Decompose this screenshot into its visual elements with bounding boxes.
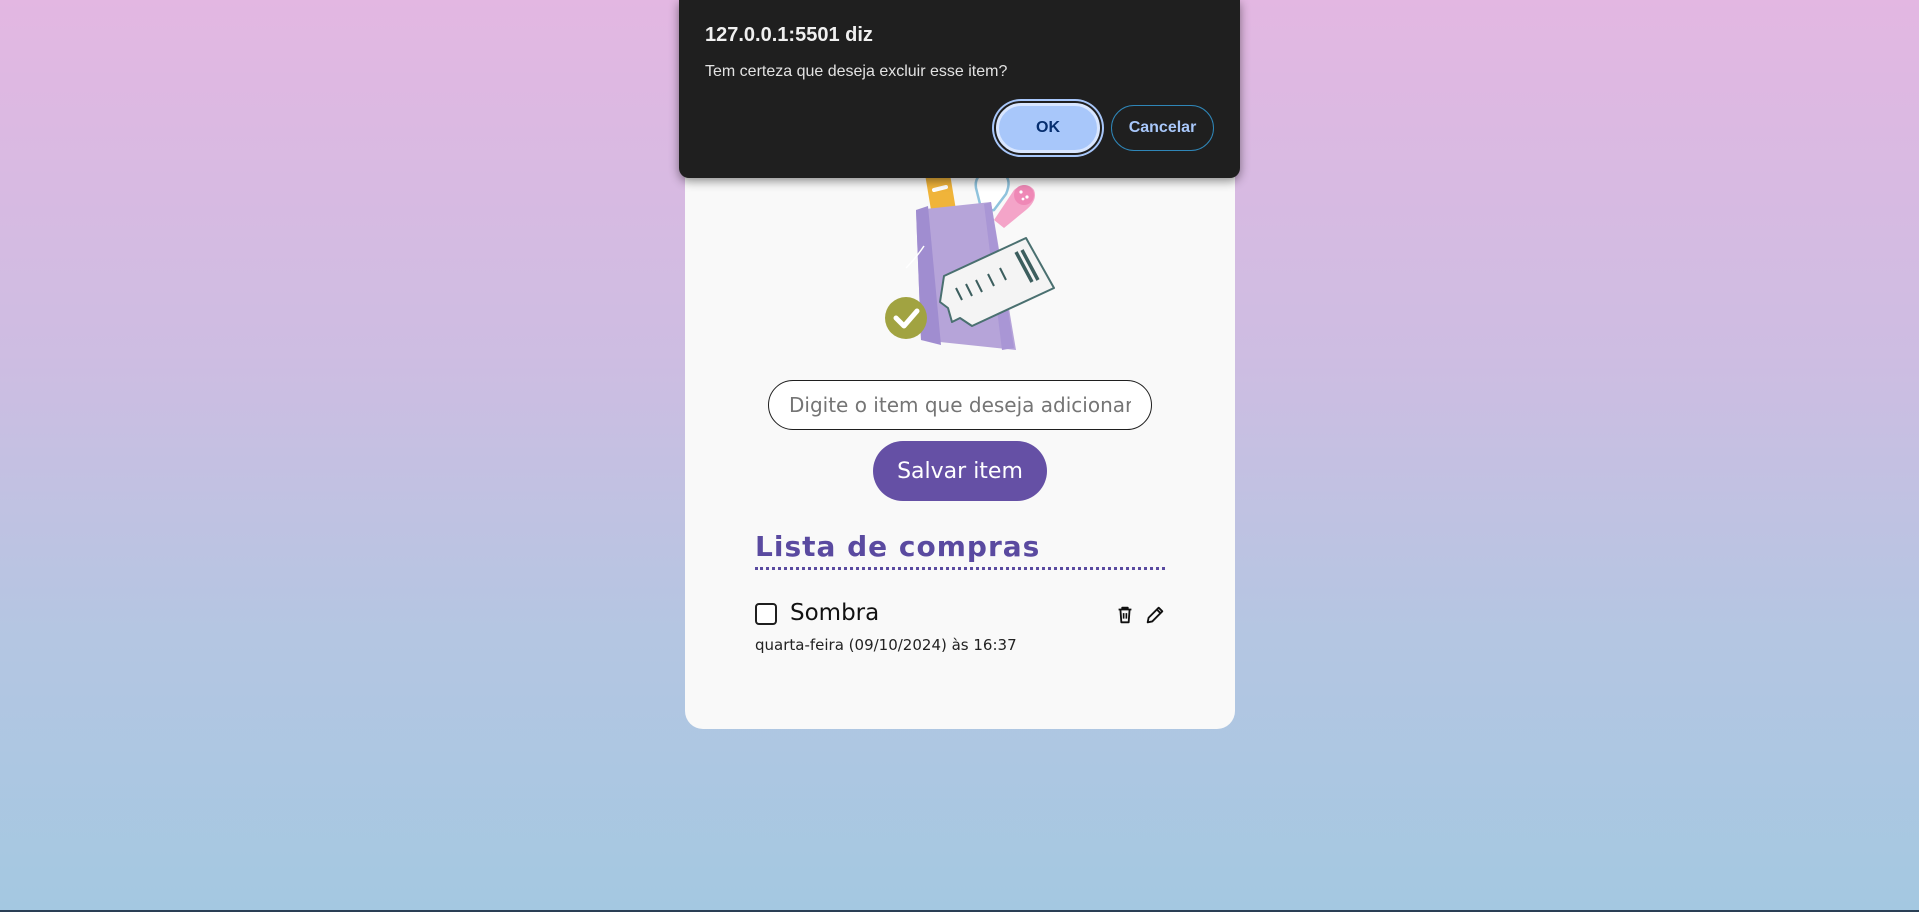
item-name: Sombra: [790, 600, 880, 626]
item-checkbox[interactable]: [755, 603, 777, 625]
save-item-button[interactable]: Salvar item: [873, 441, 1047, 501]
list-title: Lista de compras: [755, 530, 1165, 570]
list-item: Sombra quarta-feira (09/10/2024) às 16:3…: [755, 600, 1165, 660]
trash-icon[interactable]: [1114, 604, 1136, 626]
cancel-button[interactable]: Cancelar: [1111, 105, 1214, 151]
confirm-dialog: 127.0.0.1:5501 diz Tem certeza que desej…: [679, 0, 1240, 178]
dialog-message: Tem certeza que deseja excluir esse item…: [705, 63, 1008, 80]
pencil-icon[interactable]: [1144, 604, 1166, 626]
grocery-bag-illustration: [885, 150, 1055, 350]
check-badge-icon: [885, 297, 927, 339]
ok-button[interactable]: OK: [996, 103, 1100, 153]
item-input[interactable]: [768, 380, 1152, 430]
dialog-title: 127.0.0.1:5501 diz: [705, 24, 873, 46]
item-date: quarta-feira (09/10/2024) às 16:37: [755, 636, 1017, 654]
